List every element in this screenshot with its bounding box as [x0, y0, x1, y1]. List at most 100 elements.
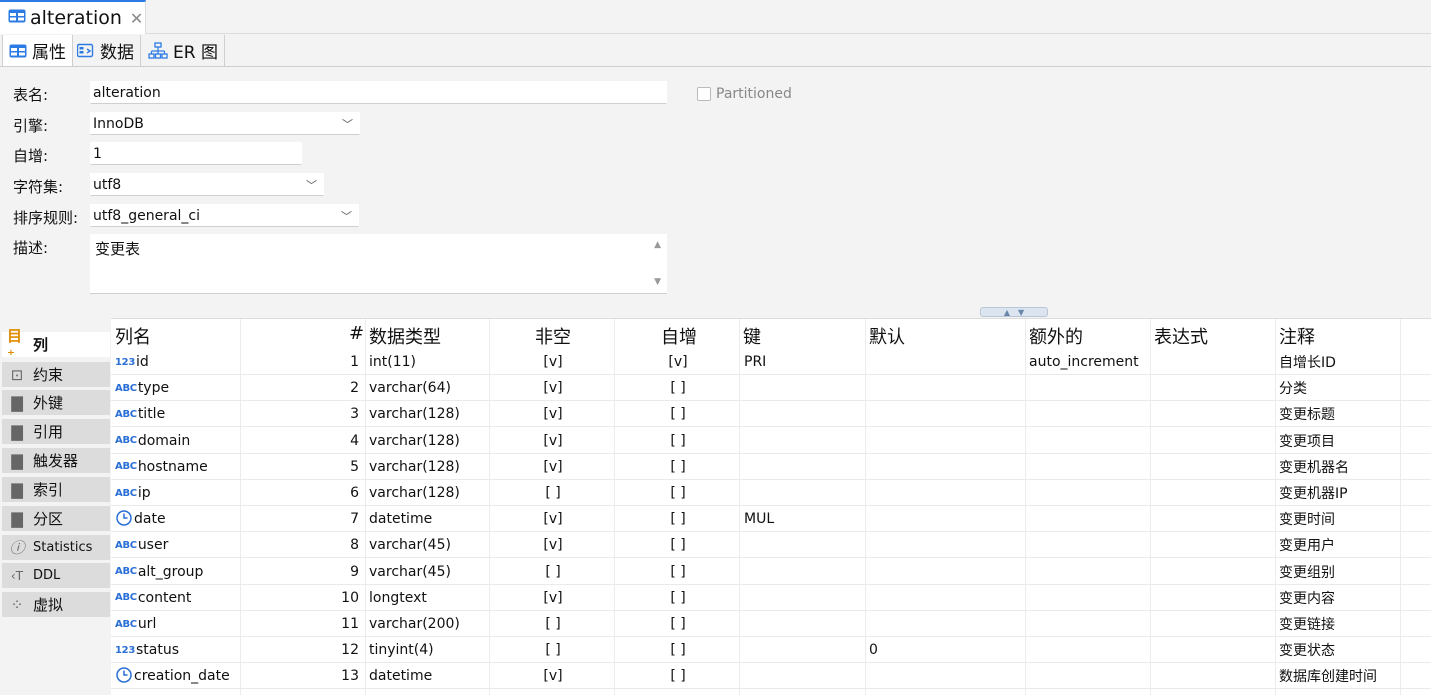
cell-not-null[interactable]: [v]: [529, 532, 577, 558]
cell-ordinal[interactable]: 4: [311, 428, 359, 454]
header-expression[interactable]: 表达式: [1154, 323, 1208, 349]
cell-column-name[interactable]: ABC ip: [115, 480, 151, 506]
table-row[interactable]: ABC domain 4 varchar(128) [v] [ ] 变更项目: [111, 428, 1431, 454]
table-row[interactable]: ABC ip 6 varchar(128) [ ] [ ] 变更机器IP: [111, 480, 1431, 506]
cell-key[interactable]: PRI: [744, 349, 766, 375]
table-row[interactable]: ABC url 11 varchar(200) [ ] [ ] 变更链接: [111, 611, 1431, 637]
cell-ordinal[interactable]: 10: [311, 585, 359, 611]
sidebar-item-ddl[interactable]: ‹T DDL: [2, 563, 110, 589]
cell-not-null[interactable]: [v]: [529, 375, 577, 401]
cell-comment[interactable]: 变更链接: [1279, 611, 1335, 637]
header-auto-increment[interactable]: 自增: [661, 323, 697, 349]
cell-comment[interactable]: 变更内容: [1279, 585, 1335, 611]
cell-column-name[interactable]: ABC title: [115, 401, 165, 427]
table-row[interactable]: 123 status 12 tinyint(4) [ ] [ ] 0 变更状态: [111, 637, 1431, 664]
cell-data-type[interactable]: longtext: [369, 585, 427, 611]
cell-comment[interactable]: 变更项目: [1279, 428, 1335, 454]
cell-not-null[interactable]: [v]: [529, 401, 577, 427]
header-comment[interactable]: 注释: [1279, 323, 1315, 349]
cell-column-name[interactable]: 123 status: [115, 637, 179, 663]
cell-data-type[interactable]: varchar(45): [369, 559, 451, 585]
cell-not-null[interactable]: [ ]: [529, 637, 577, 663]
cell-comment[interactable]: 变更用户: [1279, 532, 1335, 558]
cell-column-name[interactable]: ABC url: [115, 611, 156, 637]
header-key[interactable]: 键: [743, 323, 761, 349]
cell-comment[interactable]: 变更组别: [1279, 559, 1335, 585]
cell-key[interactable]: MUL: [744, 506, 774, 532]
cell-auto-increment[interactable]: [ ]: [654, 480, 702, 506]
cell-column-name[interactable]: ABC domain: [115, 428, 190, 454]
cell-extra[interactable]: auto_increment: [1029, 349, 1139, 375]
cell-data-type[interactable]: int(11): [369, 349, 416, 375]
cell-not-null[interactable]: [v]: [529, 349, 577, 375]
cell-column-name[interactable]: ABC hostname: [115, 454, 208, 480]
cell-auto-increment[interactable]: [ ]: [654, 637, 702, 663]
cell-auto-increment[interactable]: [ ]: [654, 506, 702, 532]
table-row[interactable]: creation_date 13 datetime [v] [ ] 数据库创建时间: [111, 663, 1431, 690]
cell-column-name[interactable]: date: [115, 506, 166, 532]
cell-not-null[interactable]: [v]: [529, 428, 577, 454]
cell-ordinal[interactable]: 9: [311, 559, 359, 585]
cell-auto-increment[interactable]: [ ]: [654, 585, 702, 611]
cell-not-null[interactable]: [v]: [529, 454, 577, 480]
cell-ordinal[interactable]: 1: [311, 349, 359, 375]
cell-auto-increment[interactable]: [ ]: [654, 375, 702, 401]
cell-auto-increment[interactable]: [ ]: [654, 454, 702, 480]
tab-properties[interactable]: 属性: [2, 35, 73, 66]
cell-data-type[interactable]: datetime: [369, 663, 432, 689]
panel-splitter[interactable]: ▲ ▼: [980, 307, 1048, 317]
header-ordinal[interactable]: #: [349, 323, 364, 344]
sidebar-item-foreign-keys[interactable]: ▇ 外键: [2, 390, 110, 416]
auto-inc-input[interactable]: 1: [90, 142, 302, 165]
sidebar-item-references[interactable]: ▇ 引用: [2, 419, 110, 445]
cell-default[interactable]: 0: [869, 637, 878, 663]
sidebar-item-indexes[interactable]: ▇ 索引: [2, 477, 110, 503]
table-row[interactable]: date 7 datetime [v] [ ] MUL 变更时间: [111, 506, 1431, 533]
cell-data-type[interactable]: varchar(128): [369, 454, 460, 480]
collation-select[interactable]: utf8_general_ci ﹀: [90, 204, 359, 227]
table-row[interactable]: ABC user 8 varchar(45) [v] [ ] 变更用户: [111, 532, 1431, 559]
cell-ordinal[interactable]: 2: [311, 375, 359, 401]
sidebar-item-columns[interactable]: 目⁺ 列: [2, 327, 110, 364]
cell-ordinal[interactable]: 6: [311, 480, 359, 506]
cell-comment[interactable]: 自增长ID: [1279, 349, 1336, 375]
sidebar-item-virtual[interactable]: ⁘ 虚拟: [2, 592, 110, 618]
header-column-name[interactable]: 列名: [115, 323, 151, 349]
cell-not-null[interactable]: [v]: [529, 585, 577, 611]
cell-data-type[interactable]: varchar(128): [369, 428, 460, 454]
cell-data-type[interactable]: tinyint(4): [369, 637, 434, 663]
cell-data-type[interactable]: datetime: [369, 506, 432, 532]
cell-data-type[interactable]: varchar(45): [369, 532, 451, 558]
table-name-input[interactable]: alteration: [90, 81, 667, 104]
cell-column-name[interactable]: creation_date: [115, 663, 230, 689]
cell-comment[interactable]: 变更标题: [1279, 401, 1335, 427]
engine-select[interactable]: InnoDB ﹀: [90, 112, 360, 135]
cell-ordinal[interactable]: 5: [311, 454, 359, 480]
header-default[interactable]: 默认: [869, 323, 905, 349]
cell-column-name[interactable]: ABC content: [115, 585, 191, 611]
sidebar-item-partitions[interactable]: ▇ 分区: [2, 506, 110, 532]
header-extra[interactable]: 额外的: [1029, 323, 1083, 349]
tab-er-diagram[interactable]: ER 图: [142, 35, 225, 66]
sidebar-item-constraints[interactable]: ⊡ 约束: [2, 362, 110, 388]
cell-comment[interactable]: 变更机器名: [1279, 454, 1349, 480]
sidebar-item-triggers[interactable]: ▇ 触发器: [2, 448, 110, 474]
collapse-down-icon[interactable]: ▼: [1018, 308, 1024, 317]
cell-comment[interactable]: 变更机器IP: [1279, 480, 1348, 506]
cell-ordinal[interactable]: 3: [311, 401, 359, 427]
cell-not-null[interactable]: [ ]: [529, 559, 577, 585]
table-row[interactable]: ABC title 3 varchar(128) [v] [ ] 变更标题: [111, 401, 1431, 428]
table-row[interactable]: ABC hostname 5 varchar(128) [v] [ ] 变更机器名: [111, 454, 1431, 480]
table-row[interactable]: ABC content 10 longtext [v] [ ] 变更内容: [111, 585, 1431, 611]
cell-auto-increment[interactable]: [ ]: [654, 532, 702, 558]
cell-auto-increment[interactable]: [v]: [654, 349, 702, 375]
sidebar-item-statistics[interactable]: ⓘ Statistics: [2, 535, 110, 561]
table-row[interactable]: ABC type 2 varchar(64) [v] [ ] 分类: [111, 375, 1431, 402]
editor-tab-alteration[interactable]: alteration ✕: [0, 0, 146, 34]
close-icon[interactable]: ✕: [130, 9, 143, 28]
cell-ordinal[interactable]: 13: [311, 663, 359, 689]
cell-not-null[interactable]: [ ]: [529, 611, 577, 637]
partitioned-checkbox[interactable]: Partitioned: [697, 86, 792, 102]
cell-column-name[interactable]: ABC user: [115, 532, 168, 558]
table-row[interactable]: ABC alt_group 9 varchar(45) [ ] [ ] 变更组别: [111, 559, 1431, 585]
